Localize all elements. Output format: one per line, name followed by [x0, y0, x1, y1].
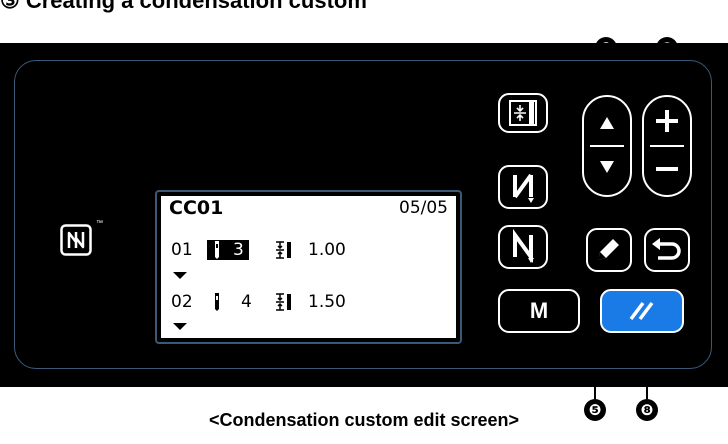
figure-caption: <Condensation custom edit screen>: [208, 410, 520, 430]
normal-stitch-icon: [513, 228, 534, 264]
row-2-expand-icon: [173, 323, 187, 330]
plus-icon[interactable]: [644, 97, 690, 145]
pitch-setting-button[interactable]: [498, 93, 548, 133]
minus-icon[interactable]: [644, 147, 690, 195]
mode-button-label: M: [529, 298, 549, 323]
mode-button[interactable]: M: [498, 289, 580, 333]
row-2-pitch: 1.50: [308, 292, 346, 312]
needle-icon: [215, 293, 219, 311]
edit-button[interactable]: [586, 228, 632, 272]
trademark-mark: ™: [96, 220, 103, 227]
callout-8-target-dot: [643, 337, 651, 345]
pitch-setting-icon: [509, 100, 537, 126]
row-1-expand-icon: [173, 272, 187, 279]
operation-panel: ™ CC01 05/05 01 3 1.00 02 4 1.50 M: [0, 43, 728, 387]
up-down-button-group: [582, 95, 632, 197]
pitch-icon: [276, 241, 291, 259]
row-2-stitch-count: 4: [241, 292, 252, 312]
reset-button[interactable]: [600, 289, 684, 333]
lcd-screen: CC01 05/05 01 3 1.00 02 4 1.50: [161, 196, 456, 338]
return-icon: [652, 238, 681, 260]
reverse-stitch-icon: [513, 173, 534, 203]
custom-title: CC01: [169, 197, 224, 219]
down-arrow-icon[interactable]: [584, 147, 630, 195]
callout-5-target-dot: [591, 254, 599, 262]
up-arrow-icon[interactable]: [584, 97, 630, 145]
plus-minus-button-group: [642, 95, 692, 197]
pencil-icon: [598, 239, 619, 260]
page-counter: 05/05: [399, 198, 448, 218]
nfc-icon: [60, 224, 92, 256]
reset-icon: [629, 301, 654, 321]
reverse-stitch-button[interactable]: [498, 165, 548, 209]
row-1-pitch: 1.00: [308, 240, 346, 260]
row-1-step: 01: [171, 240, 193, 260]
normal-stitch-button[interactable]: [498, 225, 548, 269]
return-button[interactable]: [644, 228, 690, 272]
section-heading: ③ Creating a condensation custom: [0, 0, 367, 13]
lcd-screen-frame: CC01 05/05 01 3 1.00 02 4 1.50: [155, 190, 462, 344]
row-2-step: 02: [171, 292, 193, 312]
needle-icon: [215, 241, 219, 259]
pitch-icon: [276, 293, 291, 311]
row-1-stitch-count: 3: [233, 240, 244, 260]
